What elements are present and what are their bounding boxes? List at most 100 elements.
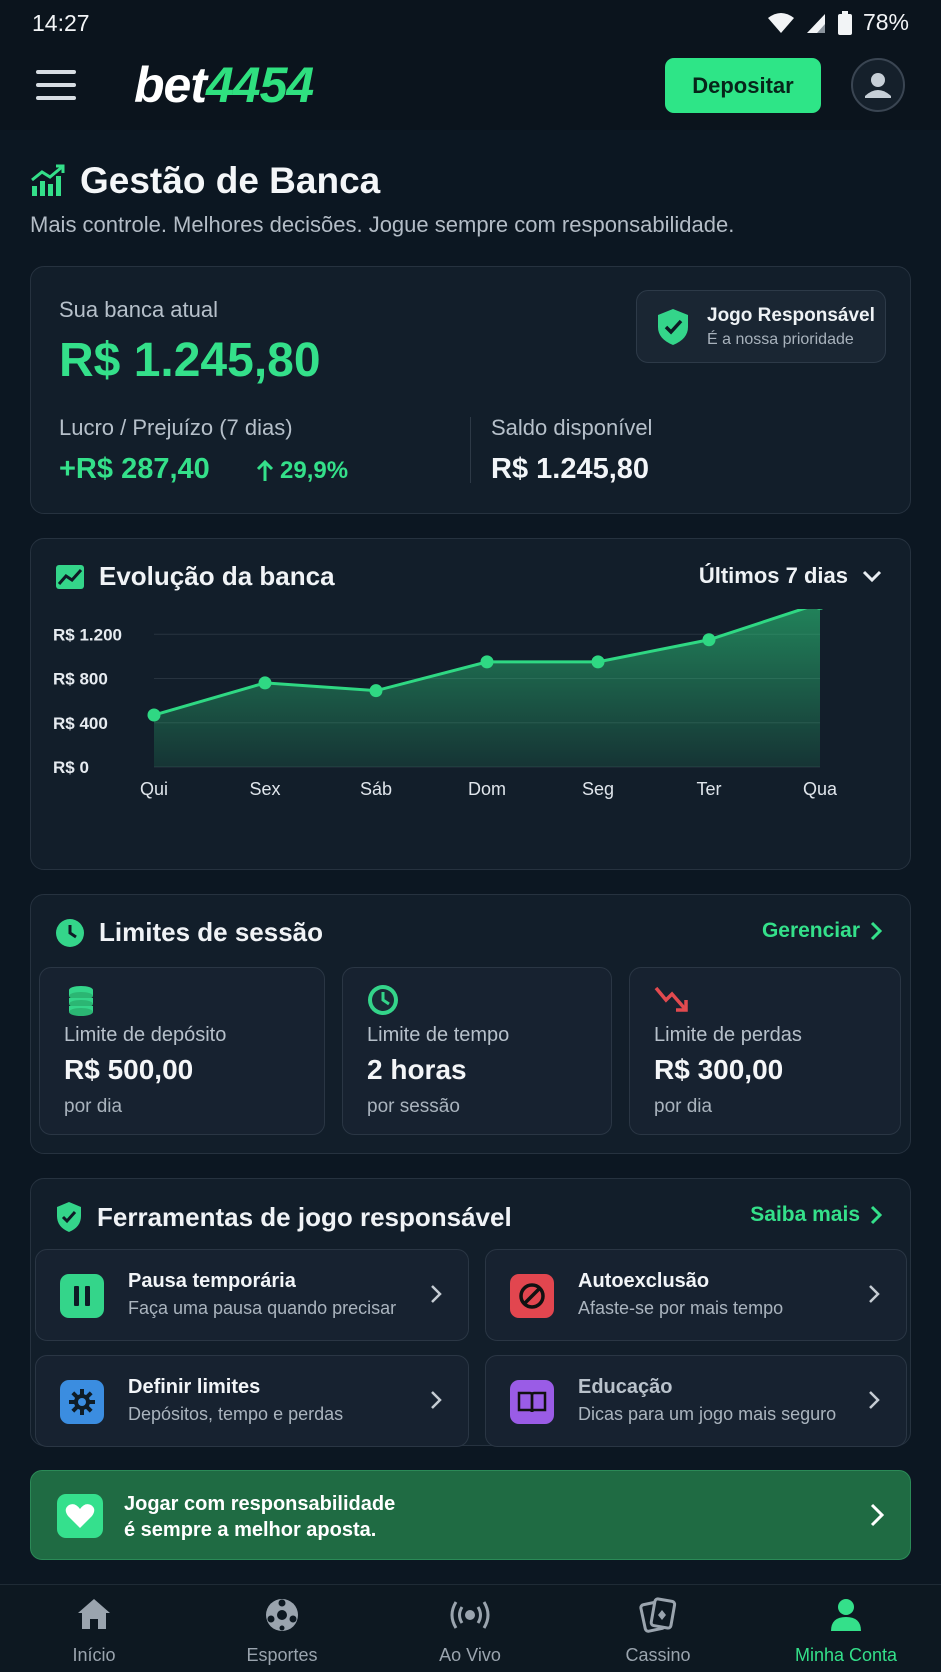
nav-item-casino[interactable]: Cassino [564, 1585, 752, 1672]
temporary-pause-item[interactable]: Pausa temporária Faça uma pausa quando p… [35, 1249, 469, 1341]
tool-title: Autoexclusão [578, 1270, 710, 1292]
clock-icon [368, 985, 398, 1015]
nav-label: Esportes [246, 1645, 318, 1665]
signal-icon [806, 13, 825, 33]
profit-loss-value: +R$ 287,40 [59, 453, 210, 485]
limits-title: Limites de sessão [99, 917, 323, 947]
status-icons: 78% [767, 9, 909, 36]
home-icon [78, 1599, 110, 1629]
gear-icon [60, 1380, 104, 1424]
bottom-navigation: Início Esportes Ao Vivo Cassino Minha Co… [0, 1584, 941, 1672]
status-bar: 14:27 78% [0, 0, 941, 44]
bank-current-label: Sua banca atual [59, 297, 219, 322]
shield-check-icon [57, 1202, 81, 1232]
logo[interactable]: bet4454 [134, 56, 314, 114]
session-limits-card: Limites de sessão Gerenciar Limite de de… [30, 894, 911, 1154]
responsible-tools-card: Ferramentas de jogo responsável Saiba ma… [30, 1178, 911, 1447]
self-exclusion-item[interactable]: Autoexclusão Afaste-se por mais tempo [485, 1249, 907, 1341]
nav-label: Início [72, 1645, 116, 1665]
set-limits-item[interactable]: Definir limites Depósitos, tempo e perda… [35, 1355, 469, 1447]
time-limit-box[interactable]: Limite de tempo 2 horas por sessão [342, 967, 612, 1135]
badge-subtitle: É a nossa prioridade [707, 331, 854, 348]
chevron-right-icon [869, 1285, 880, 1303]
chevron-right-icon [870, 921, 882, 941]
trend-down-icon [654, 986, 688, 1012]
y-tick-label: R$ 800 [53, 670, 108, 689]
status-time: 14:27 [32, 10, 90, 36]
area-chart-icon [56, 564, 84, 589]
chart-title: Evolução da banca [99, 561, 335, 591]
page-title-row: Gestão de Banca [30, 160, 380, 202]
menu-icon[interactable] [36, 70, 76, 102]
tool-description: Afaste-se por mais tempo [578, 1298, 784, 1318]
x-tick-label: Sáb [360, 779, 392, 799]
tools-header: Ferramentas de jogo responsável [55, 1201, 512, 1233]
bank-current-value: R$ 1.245,80 [59, 334, 321, 387]
nav-item-live[interactable]: Ao Vivo [376, 1585, 564, 1672]
banner-line-2: é sempre a melhor aposta. [124, 1519, 377, 1541]
available-balance-value: R$ 1.245,80 [491, 453, 650, 485]
limit-value: R$ 500,00 [64, 1054, 194, 1085]
nav-item-home[interactable]: Início [0, 1585, 188, 1672]
responsible-gaming-badge[interactable]: Jogo Responsável É a nossa prioridade [636, 290, 886, 363]
nav-item-my-account[interactable]: Minha Conta [752, 1585, 940, 1672]
available-balance-label: Saldo disponível [491, 415, 653, 440]
period-dropdown[interactable]: Últimos 7 dias [699, 563, 882, 589]
learn-more-link[interactable]: Saiba mais [750, 1203, 882, 1227]
limit-value: R$ 300,00 [654, 1054, 784, 1085]
manage-limits-link[interactable]: Gerenciar [762, 919, 882, 943]
x-tick-label: Qui [140, 779, 168, 799]
limit-period: por dia [654, 1096, 713, 1117]
tool-title: Educação [578, 1376, 673, 1398]
battery-icon [837, 10, 852, 35]
profit-loss-percent: 29,9% [256, 457, 348, 485]
nav-label: Cassino [625, 1645, 691, 1665]
account-avatar-button[interactable] [851, 58, 905, 112]
limit-period: por dia [64, 1096, 123, 1117]
education-item[interactable]: Educação Dicas para um jogo mais seguro [485, 1355, 907, 1447]
limit-label: Limite de perdas [654, 1024, 802, 1046]
chart-header: Evolução da banca [55, 561, 335, 592]
chevron-right-icon [870, 1503, 884, 1527]
profit-loss-label: Lucro / Prejuízo (7 dias) [59, 415, 293, 440]
tool-title: Definir limites [128, 1376, 261, 1398]
tool-description: Dicas para um jogo mais seguro [578, 1404, 837, 1424]
deposit-button[interactable]: Depositar [665, 58, 821, 113]
heart-icon [57, 1494, 103, 1538]
bank-summary-card: Sua banca atual R$ 1.245,80 Jogo Respons… [30, 266, 911, 514]
nav-label: Minha Conta [794, 1645, 898, 1665]
badge-title: Jogo Responsável [707, 305, 875, 326]
live-icon [450, 1601, 490, 1629]
loss-limit-box[interactable]: Limite de perdas R$ 300,00 por dia [629, 967, 901, 1135]
nav-item-sports[interactable]: Esportes [188, 1585, 376, 1672]
banner-line-1: Jogar com responsabilidade [124, 1493, 396, 1515]
area-fill [154, 609, 820, 767]
coins-icon [69, 986, 93, 1016]
user-icon [865, 73, 891, 98]
page-title: Gestão de Banca [80, 160, 381, 201]
x-tick-label: Sex [249, 779, 280, 799]
bank-evolution-chart: R$ 0R$ 400R$ 800R$ 1.200R$ 1.600QuiSexSá… [53, 609, 838, 799]
chevron-right-icon [870, 1205, 882, 1225]
chevron-down-icon [862, 570, 882, 583]
period-value: Últimos 7 dias [698, 563, 848, 588]
x-tick-label: Dom [468, 779, 506, 799]
nav-label: Ao Vivo [439, 1645, 501, 1665]
divider [470, 417, 471, 483]
deposit-limit-box[interactable]: Limite de depósito R$ 500,00 por dia [39, 967, 325, 1135]
x-tick-label: Seg [582, 779, 614, 799]
tools-title: Ferramentas de jogo responsável [97, 1201, 512, 1232]
user-icon [831, 1599, 861, 1631]
data-point [591, 655, 605, 669]
responsible-play-banner[interactable]: Jogar com responsabilidade é sempre a me… [30, 1470, 911, 1560]
limit-period: por sessão [367, 1096, 460, 1117]
x-tick-label: Ter [696, 779, 721, 799]
y-tick-label: R$ 400 [53, 714, 108, 733]
ball-icon [266, 1599, 298, 1631]
limit-label: Limite de tempo [367, 1024, 510, 1046]
clock-icon [56, 918, 84, 947]
data-point [702, 633, 716, 647]
app-header: bet4454 Depositar [0, 44, 941, 130]
chevron-right-icon [869, 1391, 880, 1409]
chart-growth-icon [31, 164, 65, 196]
